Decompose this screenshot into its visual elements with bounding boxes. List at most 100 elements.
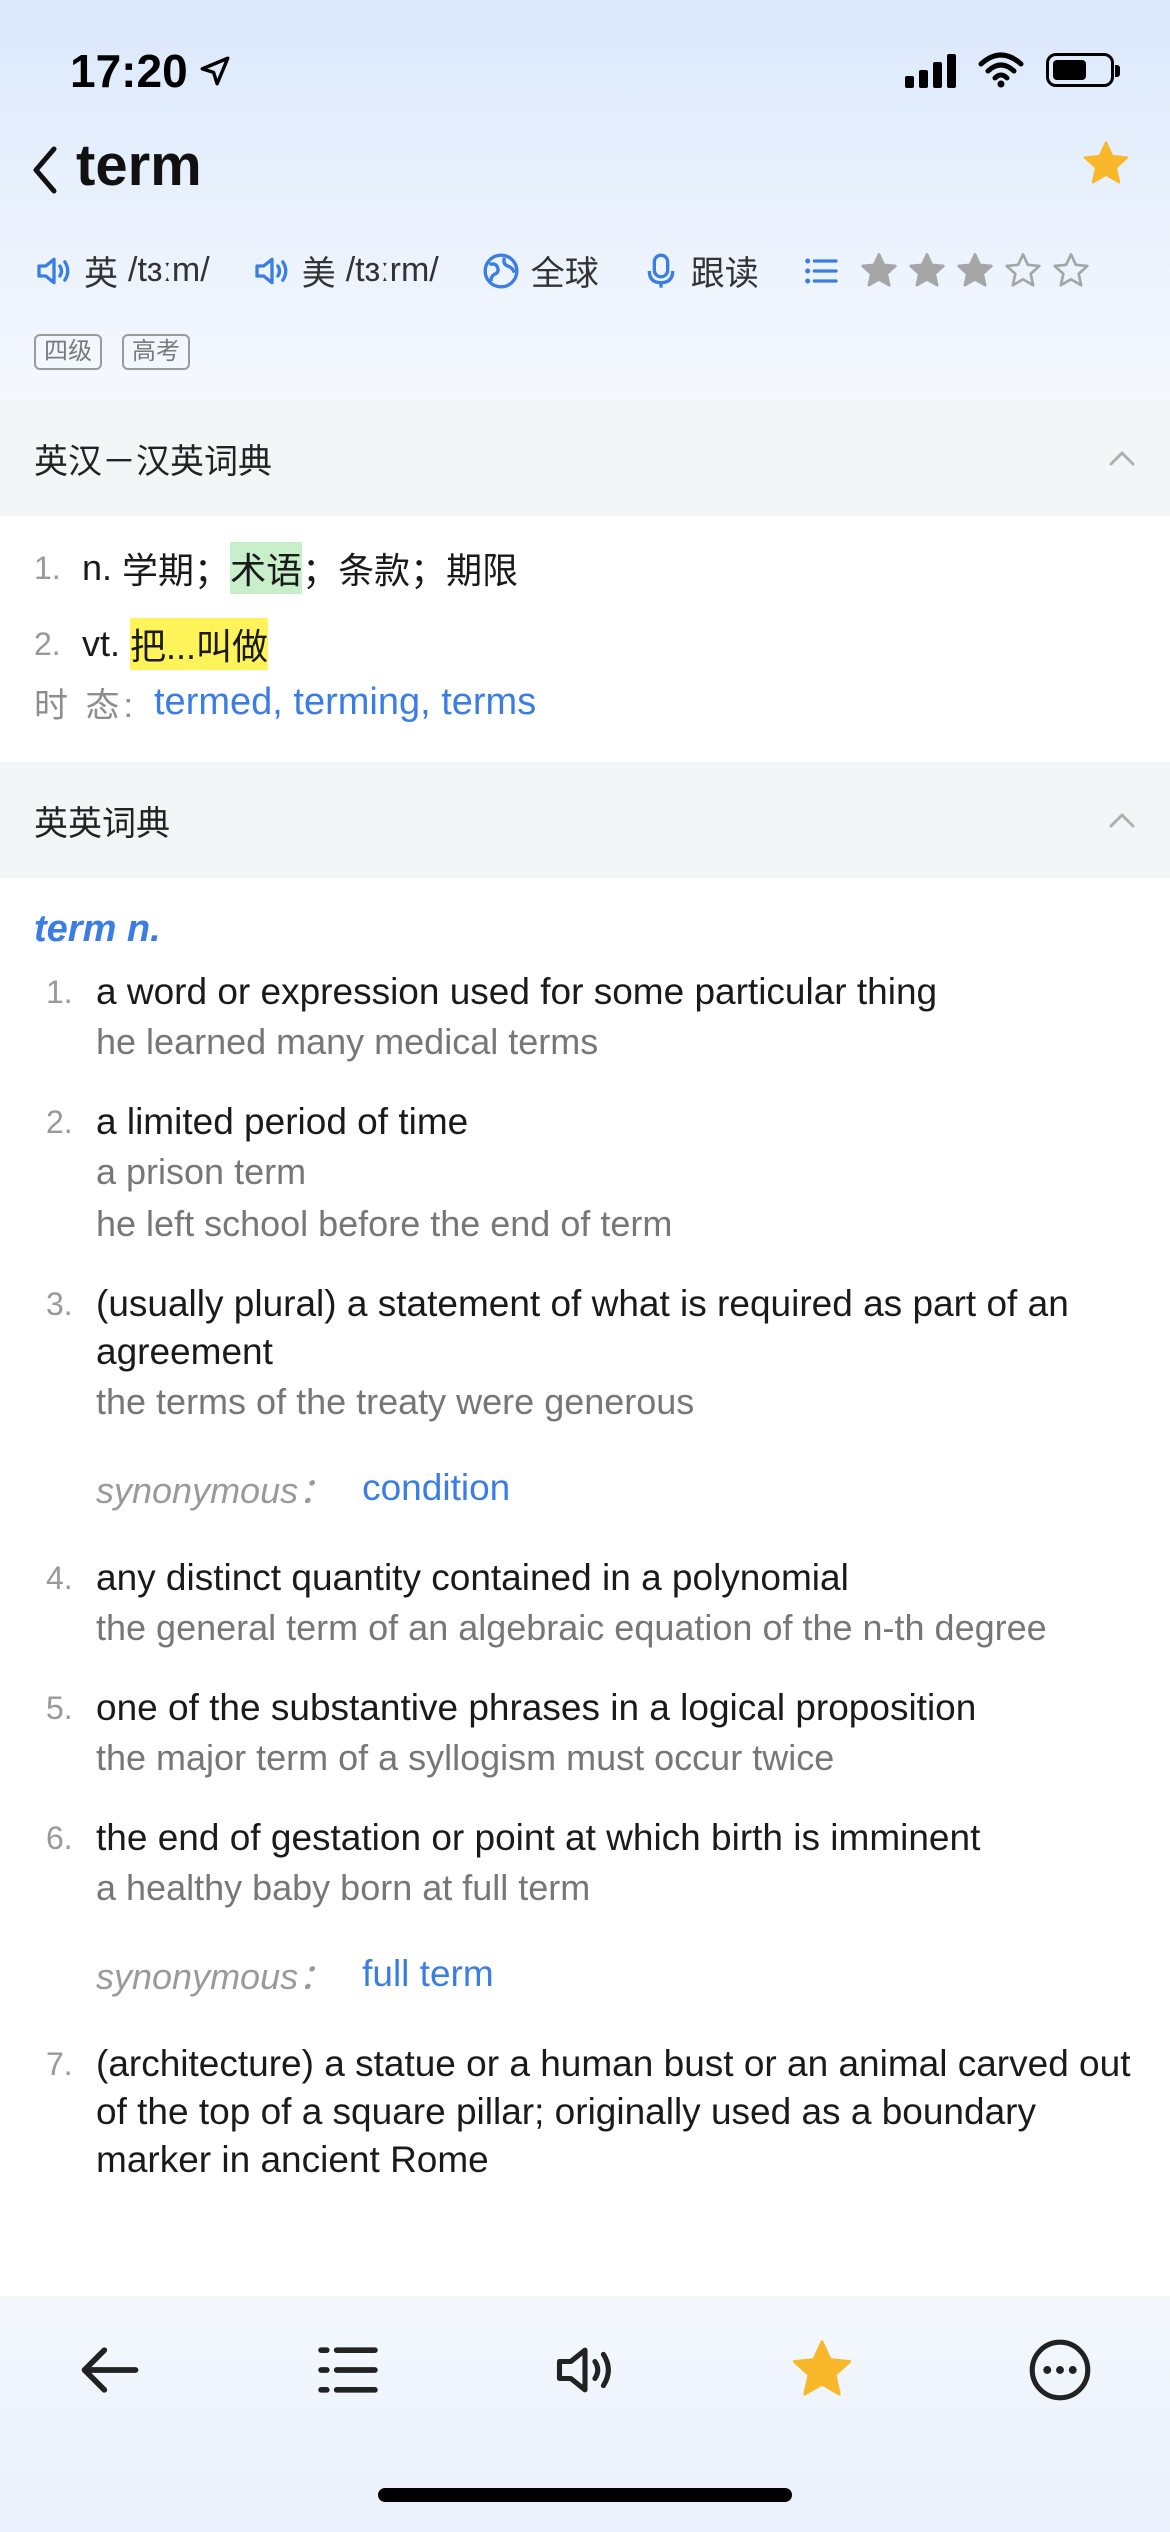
def-body: a limited period of time a prison term he … — [96, 1098, 1136, 1250]
wifi-icon — [978, 52, 1024, 88]
list-button[interactable] — [308, 2330, 388, 2410]
location-arrow-icon — [200, 56, 230, 86]
synonym-row: synonymous： condition — [96, 1462, 1136, 1514]
list-item: 2. a limited period of time a prison term h… — [46, 1098, 1136, 1250]
highlighted-text: 把...叫做 — [130, 618, 269, 670]
def-number: 1. — [34, 549, 61, 586]
more-options-icon — [1029, 2339, 1091, 2401]
speaker-button[interactable] — [545, 2330, 625, 2410]
battery-icon — [1046, 53, 1120, 87]
definition-text: (usually plural) a statement of what is … — [96, 1283, 1069, 1372]
def-text: ；条款；期限 — [302, 550, 519, 591]
definition-text: any distinct quantity contained in a pol… — [96, 1557, 849, 1598]
synonym-label: synonymous： — [96, 1956, 335, 1997]
status-time: 17:20 — [70, 44, 232, 98]
def-number: 1. — [46, 974, 73, 1010]
pron-region-us: 美 — [301, 255, 336, 293]
def-text: 学期； — [122, 550, 231, 591]
definition-text: (architecture) a statue or a human bust … — [96, 2043, 1131, 2180]
tense-label: 时 态: — [34, 687, 137, 725]
section-header-ee-dict[interactable]: 英英词典 — [0, 762, 1170, 878]
chevron-left-icon — [33, 146, 57, 194]
star-icon — [792, 2340, 852, 2396]
list-item: 3. (usually plural) a statement of what i… — [46, 1280, 1136, 1428]
example-sentence: he learned many medical terms — [96, 1021, 599, 1062]
example-sentence: the major term of a syllogism must occur… — [96, 1737, 835, 1778]
chevron-up-icon — [1109, 813, 1135, 828]
ec-definitions: 1. n. 学期； 术语 ；条款；期限 2. vt. 把...叫做 时 态: t… — [34, 540, 536, 727]
pron-us[interactable]: 美 /tɜːrm/ — [252, 246, 439, 295]
list-item: 4. any distinct quantity contained in a p… — [46, 1554, 1136, 1654]
list-item: 1. n. 学期； 术语 ；条款；期限 — [34, 540, 536, 596]
ee-headword: term n. — [34, 908, 161, 950]
exam-tags: 四级 高考 — [34, 334, 190, 370]
def-number: 7. — [46, 2046, 73, 2082]
speaker-icon — [255, 257, 288, 284]
tag-gaokao: 高考 — [122, 334, 190, 370]
part-of-speech: vt. — [82, 623, 121, 664]
def-number: 5. — [46, 1690, 73, 1726]
star-icon — [1083, 141, 1129, 184]
def-body: any distinct quantity contained in a pol… — [96, 1554, 1136, 1654]
star-filled-icon — [957, 252, 993, 286]
pron-uk[interactable]: 英 /tɜːm/ — [34, 246, 210, 295]
tense-forms-link[interactable]: termed, terming, terms — [154, 681, 536, 724]
synonym-link[interactable]: full term — [362, 1953, 494, 1995]
word-title: term — [76, 133, 202, 198]
home-indicator — [378, 2488, 792, 2502]
section-header-ec-dict[interactable]: 英汉－汉英词典 — [0, 400, 1170, 516]
arrow-left-icon — [81, 2347, 139, 2393]
more-button[interactable] — [1020, 2330, 1100, 2410]
pron-ipa-us: /tɜːrm/ — [345, 251, 439, 289]
speaker-icon — [556, 2347, 611, 2393]
definition-text: the end of gestation or point at which b… — [96, 1817, 981, 1858]
tag-cet4: 四级 — [34, 334, 102, 370]
def-number: 2. — [46, 1104, 73, 1140]
example-sentence: the general term of an algebraic equatio… — [96, 1607, 1047, 1648]
list-item: 1. a word or expression used for some par… — [46, 968, 1136, 1068]
example-sentence: a healthy baby born at full term — [96, 1867, 591, 1908]
list-icon[interactable] — [801, 251, 841, 291]
global-pron-button[interactable]: 全球 — [481, 246, 599, 295]
pron-region-uk: 英 — [84, 255, 118, 293]
back-button[interactable] — [30, 140, 70, 200]
star-empty-icon — [1005, 252, 1041, 286]
star-filled-icon — [909, 252, 945, 286]
star-rating — [859, 251, 1091, 291]
section-title: 英汉－汉英词典 — [34, 442, 272, 481]
status-indicators — [905, 52, 1120, 88]
star-filled-icon — [861, 252, 897, 286]
pron-ipa-uk: /tɜːm/ — [128, 251, 210, 289]
section-title: 英英词典 — [34, 804, 170, 843]
synonym-link[interactable]: condition — [362, 1467, 510, 1509]
def-number: 3. — [46, 1286, 73, 1322]
def-number: 4. — [46, 1560, 73, 1596]
list-item: 6. the end of gestation or point at which… — [46, 1814, 1136, 1914]
favorite-button[interactable] — [1080, 138, 1132, 190]
definition-text: a limited period of time — [96, 1101, 469, 1142]
star-empty-icon — [1053, 252, 1089, 286]
follow-read-button[interactable]: 跟读 — [641, 246, 759, 295]
microphone-icon — [647, 253, 675, 288]
def-body: one of the substantive phrases in a logi… — [96, 1684, 1136, 1784]
pronunciation-row: 英 /tɜːm/ 美 /tɜːrm/ 全球 跟读 — [34, 246, 1091, 295]
synonym-label: synonymous： — [96, 1470, 335, 1511]
list-item: 7. (architecture) a statue or a human bus… — [46, 2040, 1136, 2184]
def-number: 2. — [34, 625, 61, 662]
definition-text: a word or expression used for some parti… — [96, 971, 938, 1012]
time-text: 17:20 — [70, 45, 188, 97]
definition-text: one of the substantive phrases in a logi… — [96, 1687, 977, 1728]
example-sentence: a prison term — [96, 1151, 307, 1192]
globe-icon — [483, 253, 519, 288]
def-body: (architecture) a statue or a human bust … — [96, 2040, 1136, 2184]
list-item: 2. vt. 把...叫做 — [34, 616, 536, 672]
global-label: 全球 — [530, 255, 599, 293]
list-icon — [318, 2347, 378, 2393]
tense-row: 时 态: termed, terming, terms — [34, 678, 536, 727]
favorite-bottom-button[interactable] — [782, 2330, 862, 2410]
part-of-speech: n. — [82, 547, 113, 588]
back-arrow-button[interactable] — [70, 2330, 150, 2410]
def-body: a word or expression used for some parti… — [96, 968, 1136, 1068]
def-number: 6. — [46, 1820, 73, 1856]
example-sentence: he left school before the end of term — [96, 1203, 673, 1244]
